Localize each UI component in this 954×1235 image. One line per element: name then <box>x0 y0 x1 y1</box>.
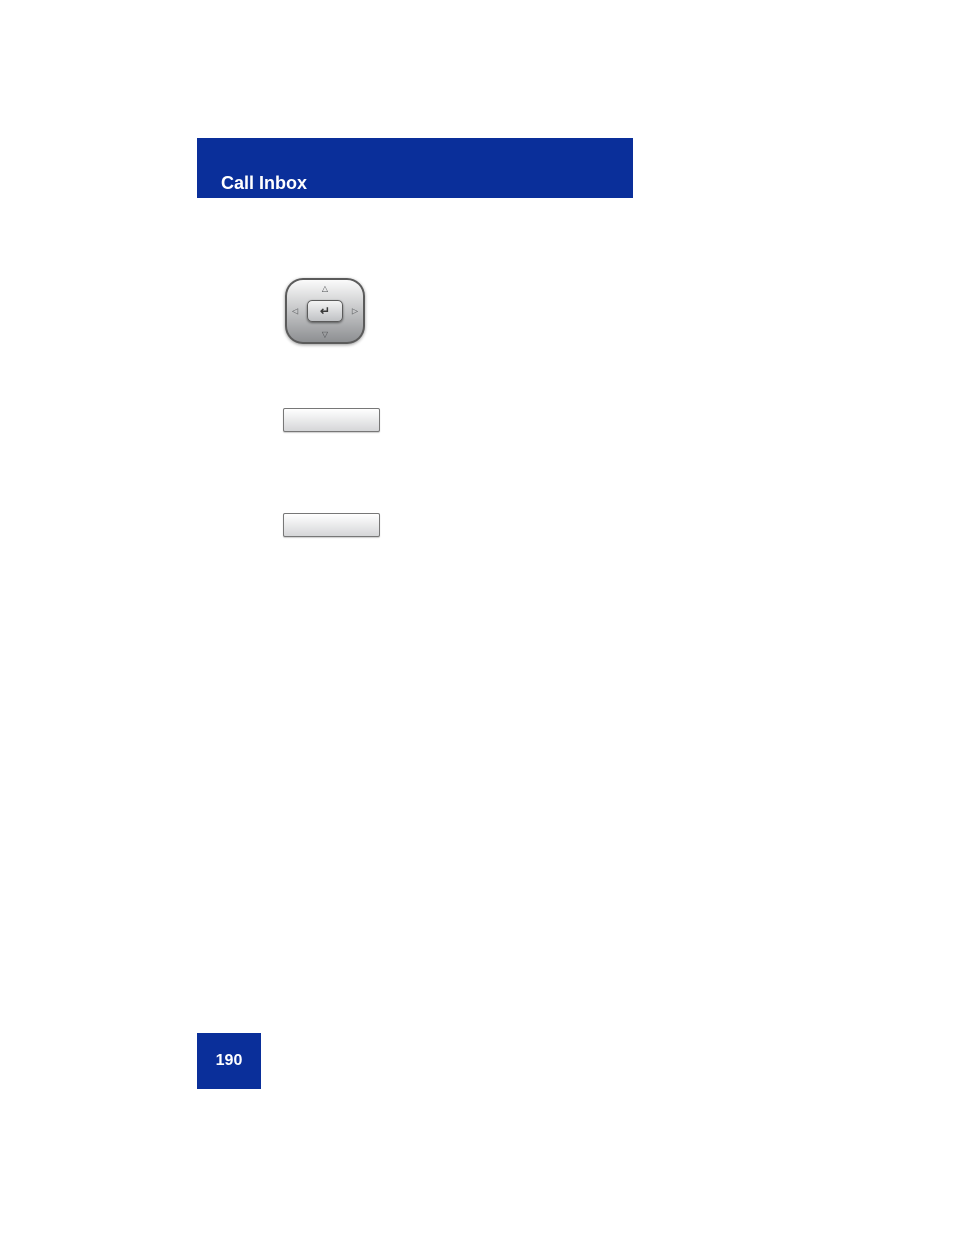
right-arrow-icon: ▷ <box>352 307 358 316</box>
up-arrow-icon: △ <box>322 284 328 293</box>
softkey-button-2 <box>283 513 380 537</box>
left-arrow-icon: ◁ <box>292 307 298 316</box>
navigation-key-frame: △ ▽ ◁ ▷ ↵ <box>285 278 365 344</box>
enter-key-icon: ↵ <box>307 300 343 322</box>
section-header-title: Call Inbox <box>221 173 307 194</box>
page: { "header": { "title": "Call Inbox" }, "… <box>0 0 954 1235</box>
down-arrow-icon: ▽ <box>322 330 328 339</box>
navigation-key-icon: △ ▽ ◁ ▷ ↵ <box>285 278 365 344</box>
page-number: 190 <box>197 1033 261 1089</box>
softkey-button-1 <box>283 408 380 432</box>
